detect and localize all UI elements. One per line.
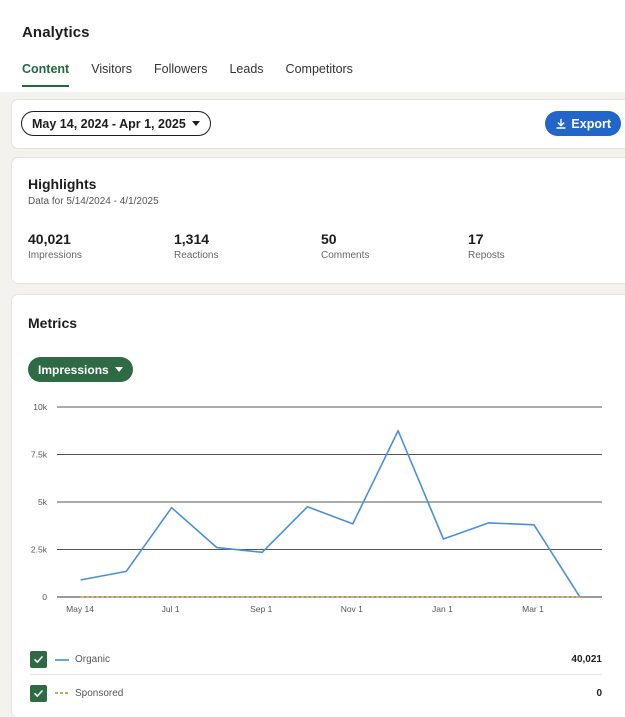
stat-reposts: 17 Reposts [468, 231, 505, 261]
data-point-organic [397, 430, 399, 432]
y-tick-label: 2.5k [31, 545, 48, 555]
data-point-organic [488, 522, 490, 524]
tab-visitors[interactable]: Visitors [91, 62, 132, 87]
data-point-organic [125, 570, 127, 572]
data-point-sponsored [533, 596, 535, 598]
legend-total-organic: 40,021 [571, 654, 602, 665]
data-point-organic [533, 524, 535, 526]
data-point-sponsored [261, 596, 263, 598]
x-tick-label: Jan 1 [432, 604, 453, 614]
stat-label: Impressions [28, 250, 82, 261]
data-point-organic [261, 551, 263, 553]
highlights-title: Highlights [28, 176, 97, 192]
tab-leads[interactable]: Leads [229, 62, 263, 87]
date-range-dropdown[interactable]: May 14, 2024 - Apr 1, 2025 [21, 111, 211, 136]
series-line-organic [80, 429, 580, 597]
export-label: Export [571, 116, 611, 131]
stat-value: 1,314 [174, 231, 210, 247]
date-range-label: May 14, 2024 - Apr 1, 2025 [32, 116, 186, 131]
sponsored-checkbox[interactable] [30, 684, 47, 702]
metrics-card: Metrics Impressions 0 2.5k 5k 7.5k 10k May 14… [12, 295, 625, 717]
stat-label: Comments [321, 250, 370, 261]
caret-down-icon [191, 121, 200, 126]
legend-total-sponsored: 0 [596, 687, 602, 699]
legend-name-sponsored: Sponsored [75, 687, 124, 699]
y-tick-label: 5k [38, 497, 48, 507]
organic-swatch-icon [55, 658, 69, 661]
x-tick-label: Mar 1 [522, 604, 544, 614]
stat-value: 17 [468, 231, 484, 247]
data-point-sponsored [352, 596, 354, 598]
data-point-sponsored [306, 596, 309, 598]
data-point-sponsored [397, 596, 399, 598]
highlights-card: Highlights Data for 5/14/2024 - 4/1/2025… [12, 158, 625, 283]
y-tick-label: 10k [33, 402, 47, 412]
tab-competitors[interactable]: Competitors [286, 62, 353, 87]
data-point-organic [352, 523, 354, 525]
stat-label: Reactions [174, 250, 219, 261]
stat-value: 40,021 [28, 231, 71, 247]
y-tick-label: 0 [42, 592, 47, 602]
organic-checkbox[interactable] [30, 651, 47, 668]
export-button[interactable]: Export [545, 111, 621, 136]
page-title: Analytics [22, 24, 90, 41]
data-point-sponsored [488, 596, 490, 598]
data-point-sponsored [216, 596, 218, 598]
data-point-sponsored [171, 596, 173, 598]
legend-row-sponsored: Sponsored 0 [30, 680, 602, 706]
data-point-sponsored [125, 596, 127, 598]
sponsored-swatch-icon [55, 692, 69, 694]
stat-reactions: 1,314 Reactions [174, 231, 218, 261]
data-point-organic [216, 547, 218, 549]
x-tick-label: Sep 1 [250, 604, 272, 614]
tab-content[interactable]: Content [22, 62, 70, 87]
data-point-organic [306, 506, 309, 508]
x-tick-label: May 14 [66, 604, 94, 614]
stat-impressions: 40,021 Impressions [28, 231, 82, 261]
checkmark-icon [34, 689, 43, 697]
data-point-organic [80, 579, 82, 581]
highlights-subtitle: Data for 5/14/2024 - 4/1/2025 [28, 196, 159, 207]
checkmark-icon [34, 656, 43, 663]
y-tick-label: 7.5k [31, 450, 48, 460]
data-point-organic [171, 507, 173, 509]
date-range-bar: May 14, 2024 - Apr 1, 2025 Export [12, 100, 625, 148]
x-tick-label: Nov 1 [341, 604, 363, 614]
data-point-organic [442, 538, 444, 540]
data-point-sponsored [442, 596, 444, 598]
data-point-sponsored [80, 596, 82, 598]
x-tick-label: Jul 1 [162, 604, 180, 614]
download-icon [555, 118, 567, 130]
analytics-tabs: Content Visitors Followers Leads Competi… [22, 62, 375, 87]
stat-value: 50 [321, 231, 337, 247]
data-point-sponsored [578, 596, 580, 598]
impressions-line-chart: 0 2.5k 5k 7.5k 10k May 14 Jul 1 Sep 1 Nov 1 Jan 1… [31, 402, 602, 614]
analytics-header: Analytics Content Visitors Followers Lea… [0, 0, 625, 92]
legend-name-organic: Organic [75, 654, 111, 665]
tab-followers[interactable]: Followers [154, 62, 208, 87]
stat-label: Reposts [468, 250, 505, 261]
legend-row-organic: Organic 40,021 [30, 645, 602, 675]
stat-comments: 50 Comments [321, 231, 369, 261]
